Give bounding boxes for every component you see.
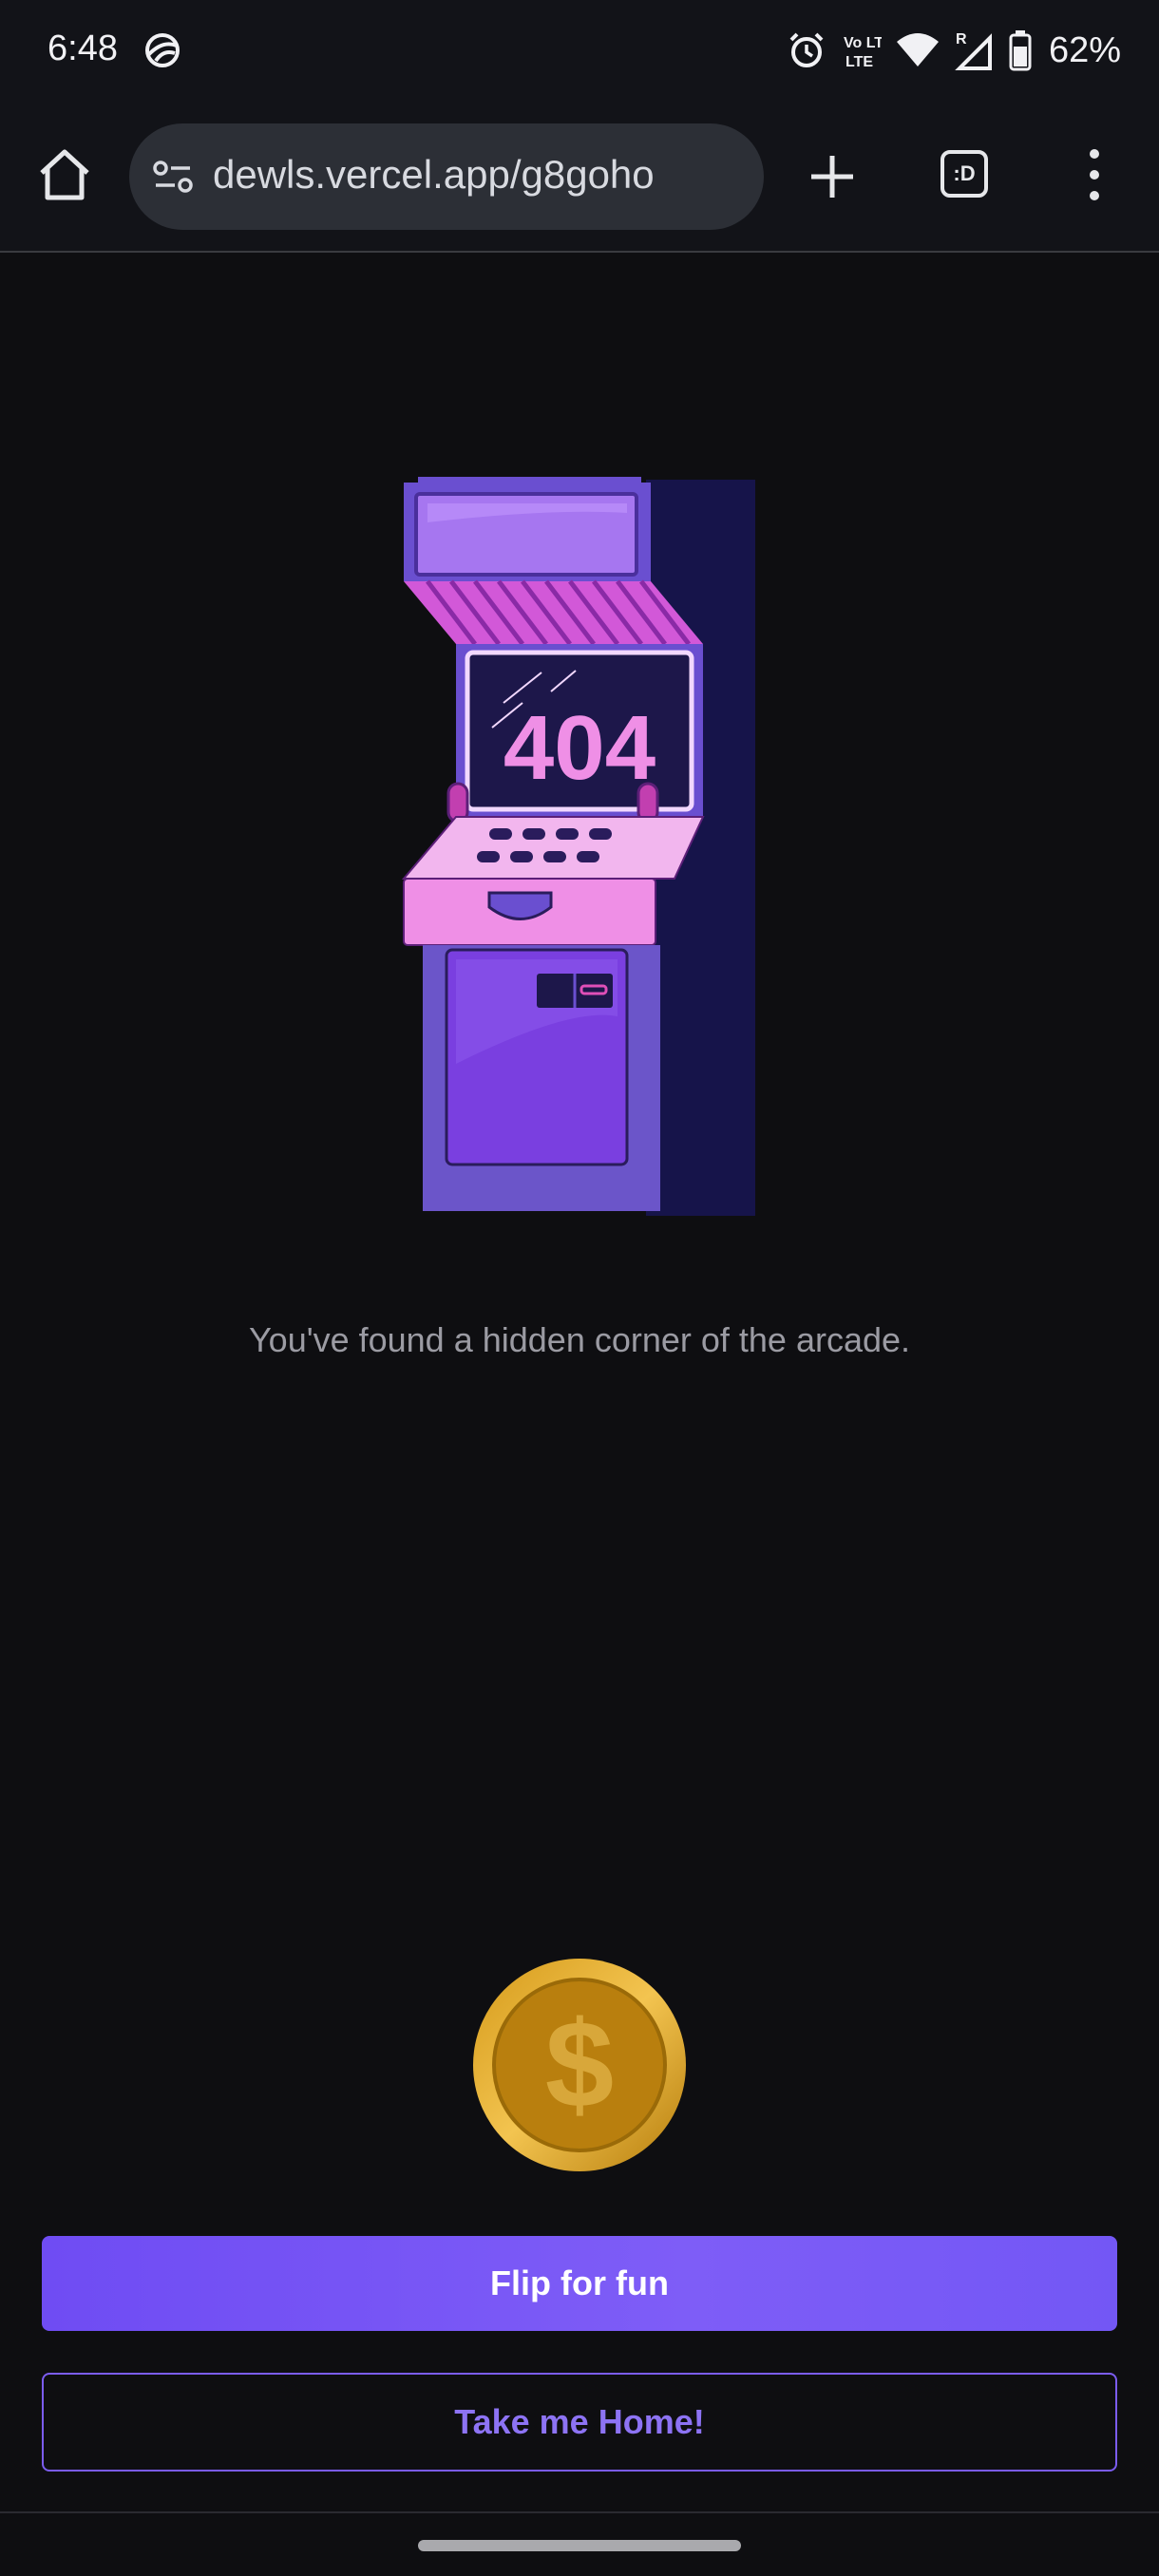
new-tab-plus-icon[interactable] (806, 150, 859, 203)
vpn-globe-icon (145, 33, 180, 67)
wifi-icon (896, 33, 939, 66)
bottom-divider (0, 2511, 1159, 2513)
screen-404-text: 404 (504, 697, 656, 799)
volte-icon: Vo LTE LTE (844, 35, 882, 70)
volte-top-text: Vo LTE (844, 35, 882, 51)
cell-signal-icon: R (955, 31, 992, 70)
take-me-home-button[interactable]: Take me Home! (42, 2373, 1117, 2472)
status-icons: Vo LTE LTE R 62% (787, 27, 1121, 74)
tab-switcher-button[interactable]: :D (940, 150, 994, 203)
svg-text:LTE: LTE (846, 54, 873, 70)
browser-toolbar: dewls.vercel.app/g8goho :D (0, 103, 1159, 253)
status-time: 6:48 (48, 28, 118, 68)
alarm-icon (789, 32, 824, 67)
home-icon[interactable] (34, 144, 95, 205)
tab-count-label: :D (940, 150, 988, 198)
gold-coin-icon[interactable]: $ (471, 1957, 688, 2173)
gesture-navigation-bar[interactable] (418, 2540, 741, 2551)
address-bar[interactable]: dewls.vercel.app/g8goho (129, 123, 764, 230)
coin-symbol: $ (545, 1995, 614, 2133)
flip-for-fun-button[interactable]: Flip for fun (42, 2236, 1117, 2331)
roaming-label: R (956, 31, 967, 47)
status-bar: 6:48 Vo LTE LTE R 62% (0, 0, 1159, 103)
more-options-icon[interactable] (1077, 144, 1112, 205)
not-found-message: You've found a hidden corner of the arca… (248, 1320, 911, 1359)
arcade-cabinet-illustration: 404 (401, 477, 755, 1216)
url-text[interactable]: dewls.vercel.app/g8goho (213, 152, 655, 198)
site-settings-icon[interactable] (152, 158, 196, 196)
battery-icon (1009, 30, 1032, 71)
battery-percent: 62% (1048, 29, 1121, 70)
